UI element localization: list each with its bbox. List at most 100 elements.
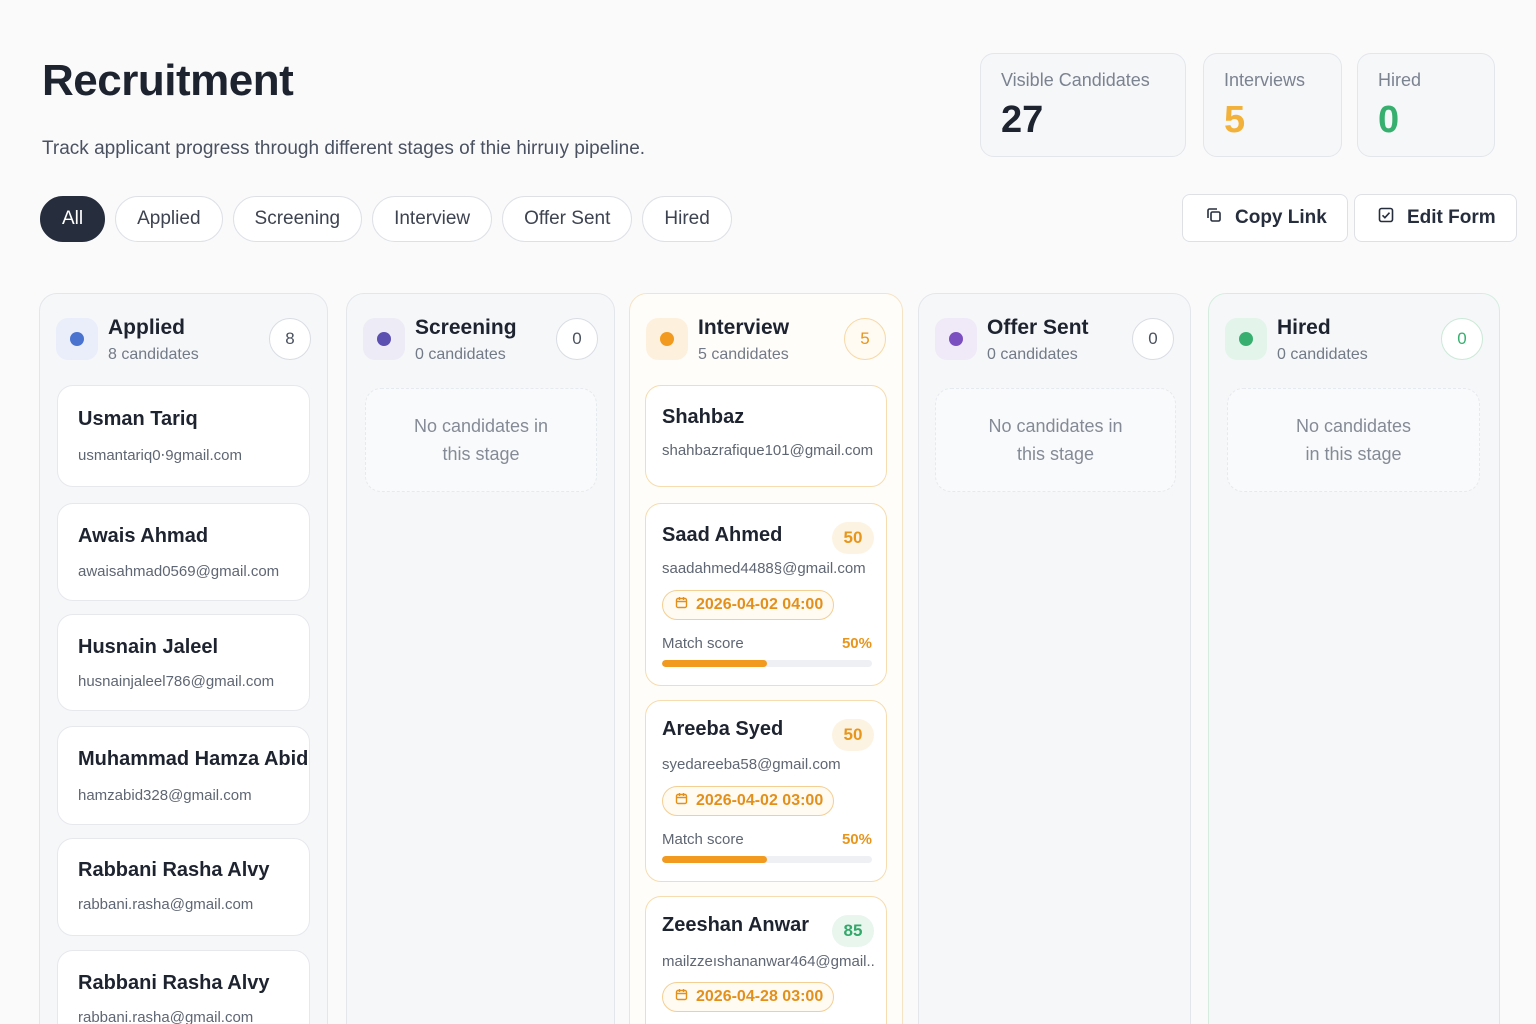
- match-score-label: Match score: [662, 831, 744, 848]
- candidate-email: awaisahmad0569@gmail.com: [78, 563, 280, 580]
- candidate-name: Rabbani Rasha Alvy: [78, 972, 270, 994]
- copy-link-label: Copy Link: [1235, 207, 1327, 228]
- candidate-email: rabbani.rasha@gmail.com: [78, 896, 254, 913]
- interview-date-chip: 2026-04-02 04:00: [662, 590, 835, 620]
- empty-state: No candidates in this stage: [935, 388, 1176, 492]
- stage-dot-icon: [363, 318, 405, 360]
- interview-date-chip: 2026-04-02 03:00: [662, 786, 835, 816]
- column-header: Applied 8 candidates 8: [56, 316, 311, 364]
- candidate-card[interactable]: Saad Ahmed 50 saadahmed4488§@gmail.com 2…: [645, 503, 887, 686]
- stat-value: 0: [1378, 99, 1400, 141]
- candidate-card[interactable]: Husnain Jaleel husnainjaleel786@gmail.co…: [57, 614, 310, 711]
- copy-icon: [1205, 206, 1223, 230]
- candidate-email: rabbani.rasha@gmail.com: [78, 1009, 254, 1024]
- candidate-email: hamzabid328@gmail.com: [78, 787, 252, 804]
- match-score-bar: [662, 660, 872, 667]
- column-count: 8 candidates: [108, 346, 199, 363]
- filter-hired[interactable]: Hired: [642, 196, 732, 242]
- calendar-icon: [675, 792, 688, 810]
- candidate-name: Shahbaz: [662, 406, 745, 428]
- candidate-card[interactable]: Zeeshan Anwar 85 mailzzeıshananwar464@gm…: [645, 896, 887, 1024]
- edit-form-button[interactable]: Edit Form: [1354, 194, 1517, 242]
- candidate-email: saadahmed4488§@gmail.com: [662, 560, 866, 577]
- candidate-card[interactable]: Areeba Syed 50 syedareeba58@gmail.com 20…: [645, 700, 887, 882]
- column-header: Interview 5 candidates 5: [646, 316, 886, 364]
- column-title: Offer Sent: [987, 316, 1089, 339]
- calendar-icon: [675, 988, 688, 1006]
- candidate-name: Saad Ahmed: [662, 524, 783, 546]
- stat-hired: Hired 0: [1357, 53, 1495, 157]
- column-title: Interview: [698, 316, 790, 339]
- calendar-icon: [675, 596, 688, 614]
- stage-dot-icon: [56, 318, 98, 360]
- count-badge: 0: [556, 318, 598, 360]
- stat-value: 5: [1224, 99, 1246, 141]
- score-badge: 50: [832, 522, 874, 554]
- column-header: Hired 0 candidates 0: [1225, 316, 1483, 364]
- match-score-fill: [662, 856, 767, 863]
- count-badge: 0: [1441, 318, 1483, 360]
- interview-date: 2026-04-28 03:00: [696, 988, 824, 1005]
- copy-link-button[interactable]: Copy Link: [1182, 194, 1348, 242]
- candidate-email: husnainjaleel786@gmail.com: [78, 673, 275, 690]
- empty-text: No candidates in: [413, 416, 549, 436]
- candidate-email: shahbazrafique101@gmail.com: [662, 442, 874, 459]
- stat-label: Hired: [1378, 70, 1422, 90]
- match-score-fill: [662, 660, 767, 667]
- candidate-card[interactable]: Muhammad Hamza Abid hamzabid328@gmail.co…: [57, 726, 310, 825]
- stage-filter-bar: All Applied Screening Interview Offer Se…: [40, 196, 732, 242]
- filter-interview[interactable]: Interview: [372, 196, 493, 242]
- stage-dot-icon: [646, 318, 688, 360]
- page-title: Recruitment: [42, 56, 294, 105]
- match-score-bar: [662, 856, 872, 863]
- checkbox-edit-icon: [1377, 206, 1395, 230]
- empty-text: in this stage: [1305, 444, 1402, 464]
- candidate-name: Usman Tariq: [78, 408, 198, 430]
- candidate-name: Rabbani Rasha Alvy: [78, 859, 270, 881]
- candidate-name: Husnain Jaleel: [78, 636, 219, 658]
- stat-label: Visible Candidates: [1001, 70, 1150, 90]
- candidate-email: usmantariq0⋅9gmail.com: [78, 447, 243, 464]
- stat-value: 27: [1001, 99, 1044, 141]
- column-header: Screening 0 candidates 0: [363, 316, 598, 364]
- filter-offer-sent[interactable]: Offer Sent: [502, 196, 633, 242]
- candidate-card[interactable]: Awais Ahmad awaisahmad0569@gmail.com: [57, 503, 310, 601]
- stat-visible-candidates: Visible Candidates 27: [980, 53, 1186, 157]
- column-title: Applied: [108, 316, 185, 339]
- empty-text: No candidates in: [988, 416, 1123, 436]
- candidate-email: syedareeba58@gmail.com: [662, 756, 841, 773]
- interview-date: 2026-04-02 03:00: [696, 792, 824, 809]
- match-score-value: 50%: [841, 635, 872, 652]
- count-badge: 8: [269, 318, 311, 360]
- count-badge: 5: [844, 318, 886, 360]
- filter-screening[interactable]: Screening: [232, 196, 363, 242]
- match-score-label: Match score: [662, 635, 744, 652]
- candidate-card[interactable]: Usman Tariq usmantariq0⋅9gmail.com: [57, 385, 310, 487]
- column-count: 5 candidates: [698, 346, 789, 363]
- column-title: Screening: [415, 316, 517, 339]
- candidate-name: Awais Ahmad: [78, 525, 209, 547]
- stage-dot-icon: [935, 318, 977, 360]
- column-count: 0 candidates: [1277, 346, 1368, 363]
- filter-all[interactable]: All: [40, 196, 106, 242]
- interview-date: 2026-04-02 04:00: [696, 596, 824, 613]
- column-title: Hired: [1277, 316, 1331, 339]
- empty-text: this stage: [442, 444, 520, 464]
- stat-interviews: Interviews 5: [1203, 53, 1342, 157]
- stat-label: Interviews: [1224, 70, 1306, 90]
- candidate-name: Muhammad Hamza Abid: [78, 748, 309, 770]
- column-count: 0 candidates: [415, 346, 506, 363]
- filter-applied[interactable]: Applied: [115, 196, 223, 242]
- stage-dot-icon: [1225, 318, 1267, 360]
- empty-state: No candidates in this stage: [365, 388, 597, 492]
- page-subtitle: Track applicant progress through differe…: [42, 138, 646, 159]
- column-header: Offer Sent 0 candidates 0: [935, 316, 1174, 364]
- candidate-card[interactable]: Shahbaz shahbazrafique101@gmail.com: [645, 385, 887, 487]
- candidate-card[interactable]: Rabbani Rasha Alvy rabbani.rasha@gmail.c…: [57, 838, 310, 936]
- empty-state: No candidates in this stage: [1227, 388, 1480, 492]
- interview-date-chip: 2026-04-28 03:00: [662, 982, 835, 1012]
- edit-form-label: Edit Form: [1407, 207, 1496, 228]
- empty-text: No candidates: [1295, 416, 1412, 436]
- candidate-name: Zeeshan Anwar: [662, 914, 810, 936]
- candidate-card[interactable]: Rabbani Rasha Alvy rabbani.rasha@gmail.c…: [57, 950, 310, 1024]
